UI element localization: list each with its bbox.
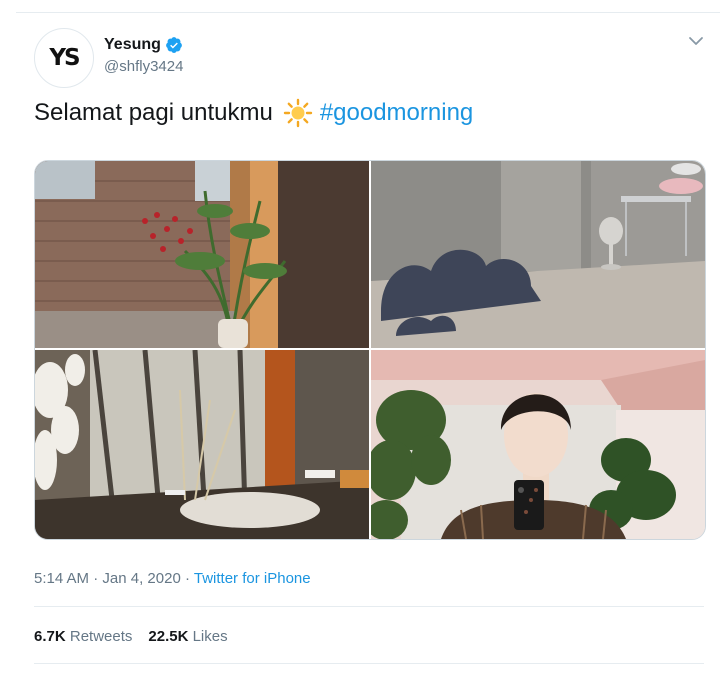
media-grid bbox=[34, 160, 706, 540]
author-name-row[interactable]: Yesung bbox=[104, 36, 183, 54]
likes-count: 22.5K bbox=[148, 628, 189, 645]
tweet-text-body: Selamat pagi untukmu bbox=[34, 99, 273, 126]
sun-emoji-icon bbox=[283, 98, 313, 128]
photo-mirror-selfie[interactable] bbox=[371, 350, 705, 539]
photo-cloud-cushion[interactable] bbox=[371, 161, 705, 348]
hashtag-link[interactable]: #goodmorning bbox=[320, 99, 473, 127]
retweets-count: 6.7K bbox=[34, 628, 66, 645]
tweet-meta: 5:14 AM · Jan 4, 2020 · Twitter for iPho… bbox=[34, 570, 311, 587]
meta-divider bbox=[34, 606, 704, 607]
verified-badge-icon bbox=[166, 37, 182, 53]
photo-sunlit-doors[interactable] bbox=[35, 350, 369, 539]
top-divider bbox=[16, 12, 720, 13]
meta-separator: · bbox=[93, 570, 99, 587]
retweets-label: Retweets bbox=[69, 628, 133, 645]
tweet-date[interactable]: Jan 4, 2020 bbox=[102, 570, 180, 587]
photo-plant-window[interactable] bbox=[35, 161, 369, 348]
chevron-down-icon[interactable] bbox=[688, 34, 704, 48]
tweet-source-link[interactable]: Twitter for iPhone bbox=[194, 570, 311, 587]
stats-divider bbox=[34, 663, 704, 664]
avatar[interactable]: YS bbox=[34, 28, 94, 88]
retweets-stat[interactable]: 6.7K Retweets bbox=[34, 628, 132, 645]
display-name[interactable]: Yesung bbox=[104, 36, 161, 54]
likes-label: Likes bbox=[192, 628, 228, 645]
meta-separator: · bbox=[184, 570, 190, 587]
likes-stat[interactable]: 22.5K Likes bbox=[148, 628, 227, 645]
tweet-time[interactable]: 5:14 AM bbox=[34, 570, 89, 587]
tweet-text: Selamat pagi untukmu #goodmorning bbox=[34, 98, 473, 128]
tweet-stats: 6.7K Retweets 22.5K Likes bbox=[34, 628, 228, 645]
author-handle[interactable]: @shfly3424 bbox=[104, 58, 183, 75]
